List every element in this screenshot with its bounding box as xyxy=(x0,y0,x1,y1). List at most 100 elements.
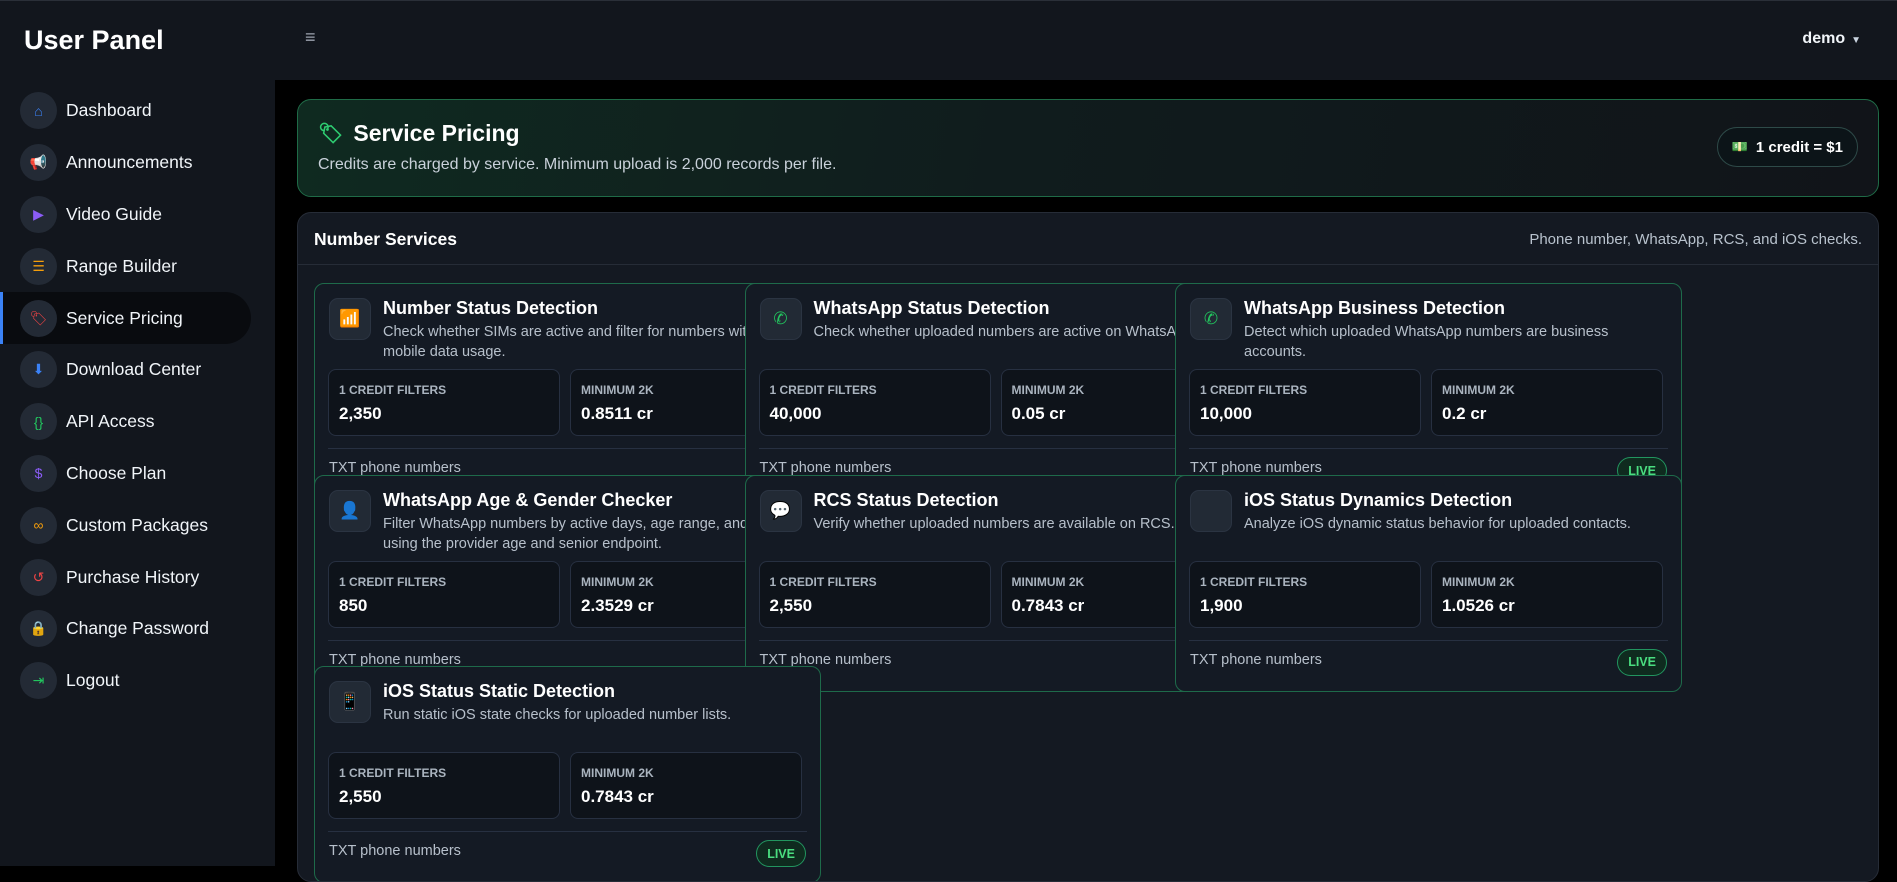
filters-stat: 1 CREDIT FILTERS 1,900 xyxy=(1189,560,1421,628)
service-description: Check whether SIMs are active and filter… xyxy=(383,324,799,360)
logout-icon: ⇥ xyxy=(20,662,57,700)
sidebar-item-range-builder[interactable]: ☰ Range Builder xyxy=(0,240,251,292)
credit-rate-badge: 💵 1 credit = $1 xyxy=(1716,127,1858,167)
service-card[interactable]: 📱 iOS Status Static Detection Run static i… xyxy=(314,666,821,881)
stat-value: 2.3529 cr xyxy=(581,595,654,615)
divider xyxy=(758,448,1238,449)
panel-note: Phone number, WhatsApp, RCS, and iOS che… xyxy=(1529,231,1862,248)
service-pricing-banner: 🏷 Service Pricing Credits are charged by … xyxy=(297,99,1879,197)
stat-label: 1 CREDIT FILTERS xyxy=(339,766,447,780)
service-card[interactable]: ✆ WhatsApp Business Detection Detect which… xyxy=(1175,283,1682,500)
history-icon: ↺ xyxy=(20,558,57,596)
sidebar-item-label: API Access xyxy=(66,411,155,432)
dollar-icon: $ xyxy=(20,454,57,492)
stat-value: 0.8511 cr xyxy=(581,404,653,423)
lock-icon: 🔒 xyxy=(20,610,57,648)
divider xyxy=(328,639,807,641)
sidebar-item-label: Purchase History xyxy=(66,566,200,587)
sidebar-item-choose-plan[interactable]: $ Choose Plan xyxy=(0,448,251,500)
service-title: WhatsApp Status Detection xyxy=(813,298,1050,318)
sidebar-item-label: Range Builder xyxy=(66,255,177,276)
filters-stat: 1 CREDIT FILTERS 10,000 xyxy=(1189,369,1421,436)
sidebar-item-label: Custom Packages xyxy=(66,514,209,535)
filters-stat: 1 CREDIT FILTERS 40,000 xyxy=(758,369,991,436)
sidebar-item-service-pricing[interactable]: 🏷 Service Pricing xyxy=(0,292,251,344)
stat-label: 1 CREDIT FILTERS xyxy=(339,383,447,397)
filters-stat: 1 CREDIT FILTERS 2,550 xyxy=(328,752,560,819)
main-content: 🏷 Service Pricing Credits are charged by … xyxy=(275,80,1897,882)
service-title: RCS Status Detection xyxy=(813,489,999,510)
whatsapp-icon: ✆ xyxy=(759,298,802,340)
service-description: Analyze iOS dynamic status behavior for … xyxy=(1244,515,1631,532)
service-card[interactable]: iOS Status Dynamics Detection Analyze iOS… xyxy=(1175,474,1682,692)
sidebar: User Panel ⌂ Dashboard 📢 Announcements ▶ Vide… xyxy=(0,0,275,866)
service-description: Verify whether uploaded numbers are avai… xyxy=(813,515,1175,532)
stat-value: 0.2 cr xyxy=(1442,404,1487,423)
sidebar-item-api-access[interactable]: {} API Access xyxy=(0,396,251,448)
stat-label: 1 CREDIT FILTERS xyxy=(1200,574,1308,589)
minimum-stat: MINIMUM 2K 0.2 cr xyxy=(1431,369,1663,436)
page-subtitle: Credits are charged by service. Minimum … xyxy=(318,156,837,173)
sidebar-item-label: Service Pricing xyxy=(66,307,183,328)
stat-value: 2,550 xyxy=(769,595,813,615)
sidebar-item-dashboard[interactable]: ⌂ Dashboard xyxy=(0,85,251,137)
stat-label: 1 CREDIT FILTERS xyxy=(769,383,877,397)
sidebar-item-label: Logout xyxy=(66,670,120,691)
service-title: Number Status Detection xyxy=(383,298,599,318)
download-icon: ⬇ xyxy=(20,351,57,389)
sidebar-item-announcements[interactable]: 📢 Announcements xyxy=(0,137,251,189)
user-menu[interactable]: demo ▼ xyxy=(1802,30,1861,48)
stat-value: 10,000 xyxy=(1200,404,1252,423)
service-description: Check whether uploaded numbers are activ… xyxy=(813,324,1197,340)
divider xyxy=(1189,639,1668,641)
minimum-stat: MINIMUM 2K 0.7843 cr xyxy=(570,752,802,819)
stat-label: MINIMUM 2K xyxy=(1442,383,1515,397)
stat-label: 1 CREDIT FILTERS xyxy=(1200,383,1308,397)
stat-label: MINIMUM 2K xyxy=(1011,574,1085,589)
input-format: TXT phone numbers xyxy=(329,843,461,859)
username: demo xyxy=(1802,30,1846,47)
filters-stat: 1 CREDIT FILTERS 850 xyxy=(328,560,560,628)
divider xyxy=(758,639,1238,641)
page-title: 🏷 Service Pricing xyxy=(318,120,520,147)
number-services-panel: Number Services Phone number, WhatsApp, … xyxy=(297,212,1879,882)
sidebar-item-change-password[interactable]: 🔒 Change Password xyxy=(0,603,251,655)
brand-title: User Panel xyxy=(24,25,164,55)
stat-value: 0.05 cr xyxy=(1011,404,1066,423)
credit-rate-text: 1 credit = $1 xyxy=(1755,138,1843,156)
topbar: ≡ demo ▼ xyxy=(275,0,1897,80)
sidebar-nav: ⌂ Dashboard 📢 Announcements ▶ Video Guide ☰ Ran… xyxy=(0,85,275,707)
stat-label: 1 CREDIT FILTERS xyxy=(769,574,877,589)
sidebar-item-custom-packages[interactable]: ∞ Custom Packages xyxy=(0,499,251,551)
service-title: iOS Status Dynamics Detection xyxy=(1244,489,1513,510)
home-icon: ⌂ xyxy=(20,92,57,130)
input-format: TXT phone numbers xyxy=(329,460,461,476)
sidebar-item-download-center[interactable]: ⬇ Download Center xyxy=(0,344,251,396)
sidebar-item-label: Announcements xyxy=(66,152,193,173)
sidebar-item-logout[interactable]: ⇥ Logout xyxy=(0,655,251,707)
stat-value: 850 xyxy=(339,595,368,615)
divider xyxy=(1189,448,1668,449)
stat-label: MINIMUM 2K xyxy=(1011,383,1085,397)
mobile-icon: 📱 xyxy=(329,681,371,723)
tag-icon: 🏷 xyxy=(20,299,57,337)
filters-stat: 1 CREDIT FILTERS 2,550 xyxy=(758,560,991,628)
input-format: TXT phone numbers xyxy=(759,460,892,476)
sidebar-item-purchase-history[interactable]: ↺ Purchase History xyxy=(0,551,251,603)
stat-value: 40,000 xyxy=(769,404,822,423)
service-title: WhatsApp Business Detection xyxy=(1244,298,1506,318)
service-title: iOS Status Static Detection xyxy=(383,681,616,701)
divider xyxy=(328,831,807,832)
code-icon: {} xyxy=(20,403,57,441)
stat-value: 0.7843 cr xyxy=(581,787,654,806)
status-badge: LIVE xyxy=(1617,648,1667,676)
hamburger-icon[interactable]: ≡ xyxy=(305,27,316,48)
tags-icon: 🏷 xyxy=(318,123,344,145)
list-icon: ☰ xyxy=(20,247,57,285)
sidebar-item-label: Dashboard xyxy=(66,100,152,121)
stat-label: MINIMUM 2K xyxy=(581,383,654,397)
divider xyxy=(328,448,807,449)
whatsapp-icon: ✆ xyxy=(1190,298,1232,340)
stat-label: 1 CREDIT FILTERS xyxy=(339,574,447,589)
sidebar-item-video-guide[interactable]: ▶ Video Guide xyxy=(0,189,251,241)
